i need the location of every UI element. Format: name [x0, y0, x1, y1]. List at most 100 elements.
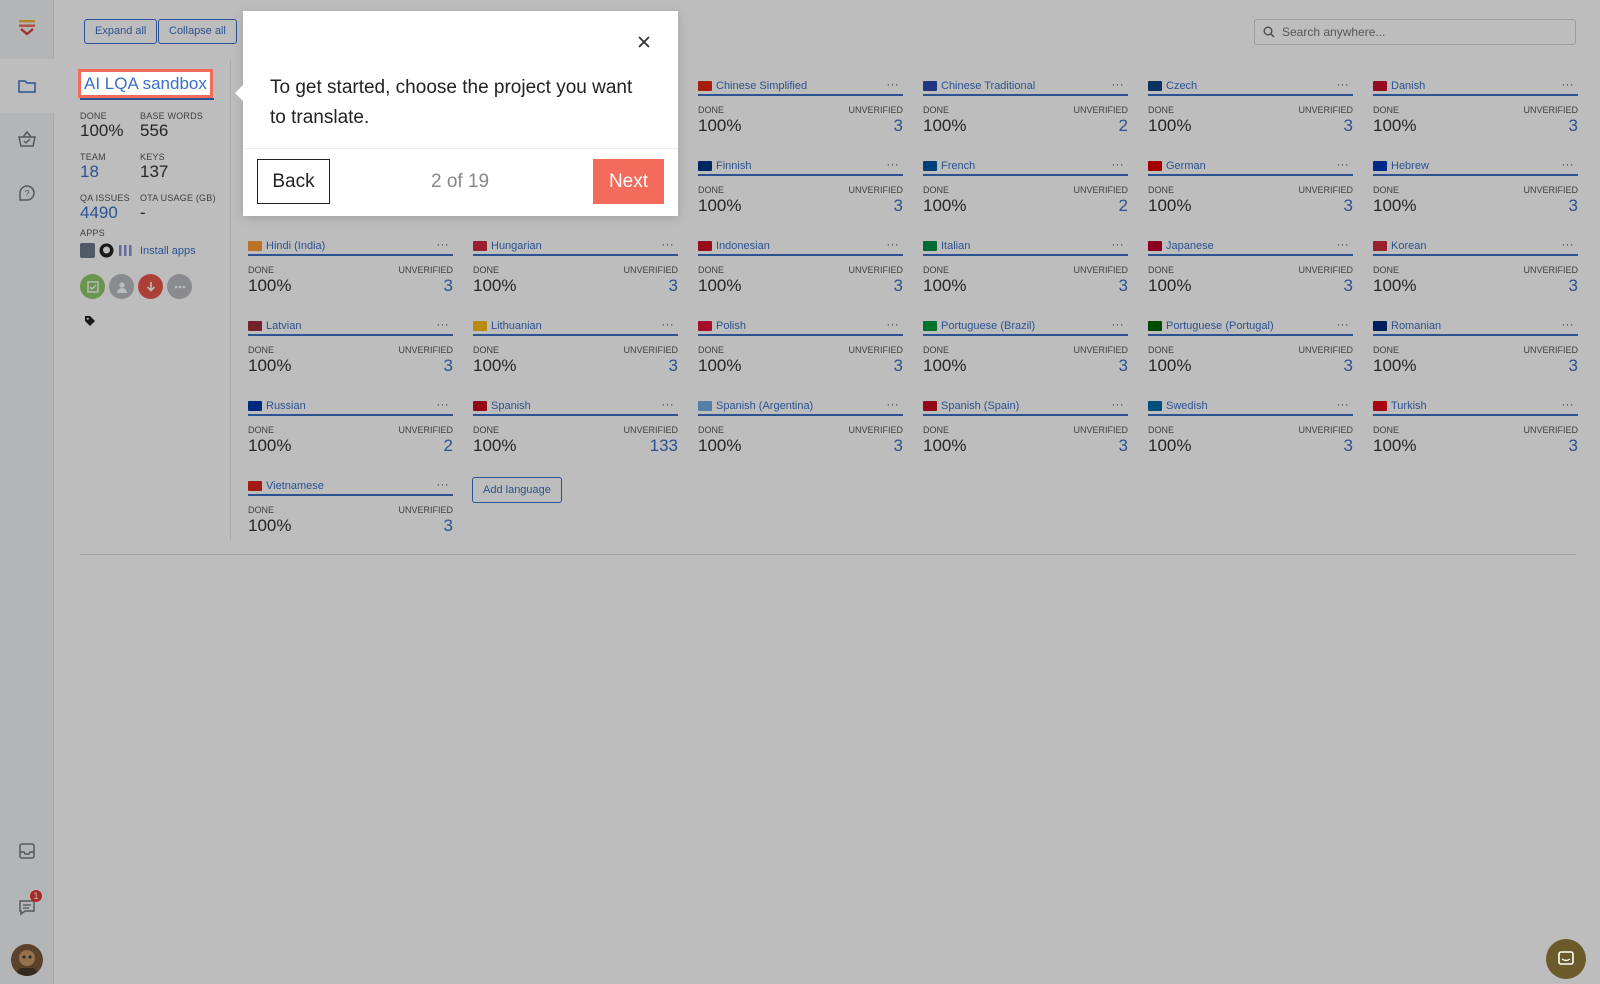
language-header[interactable]: Turkish ···: [1373, 398, 1578, 416]
language-card[interactable]: Turkish ··· DONE UNVERIFIED 100% 3: [1373, 398, 1578, 470]
language-more-button[interactable]: ···: [437, 478, 450, 492]
language-name[interactable]: Hindi (India): [266, 240, 325, 252]
language-more-button[interactable]: ···: [1562, 78, 1575, 92]
language-card[interactable]: Chinese Traditional ··· DONE UNVERIFIED 100%…: [923, 78, 1128, 150]
language-more-button[interactable]: ···: [887, 318, 900, 332]
language-name[interactable]: Russian: [266, 400, 306, 412]
tag-icon[interactable]: [84, 315, 96, 327]
language-card[interactable]: Spanish ··· DONE UNVERIFIED 100% 133: [473, 398, 678, 470]
language-header[interactable]: Vietnamese ···: [248, 478, 453, 496]
highlighted-project-title[interactable]: AI LQA sandbox: [78, 69, 213, 98]
language-header[interactable]: Polish ···: [698, 318, 903, 336]
unverified-value[interactable]: 3: [894, 196, 903, 216]
language-header[interactable]: Finnish ···: [698, 158, 903, 176]
language-header[interactable]: Latvian ···: [248, 318, 453, 336]
language-more-button[interactable]: ···: [662, 238, 675, 252]
language-more-button[interactable]: ···: [662, 318, 675, 332]
unverified-value[interactable]: 3: [444, 276, 453, 296]
language-card[interactable]: Japanese ··· DONE UNVERIFIED 100% 3: [1148, 238, 1353, 310]
language-card[interactable]: Portuguese (Brazil) ··· DONE UNVERIFIED 100%…: [923, 318, 1128, 390]
unverified-value[interactable]: 3: [894, 116, 903, 136]
language-name[interactable]: Spanish: [491, 400, 531, 412]
unverified-value[interactable]: 3: [1344, 276, 1353, 296]
search-input[interactable]: [1282, 25, 1562, 39]
language-name[interactable]: Chinese Simplified: [716, 80, 807, 92]
language-header[interactable]: Lithuanian ···: [473, 318, 678, 336]
unverified-value[interactable]: 3: [1344, 356, 1353, 376]
language-name[interactable]: French: [941, 160, 975, 172]
language-card[interactable]: Hungarian ··· DONE UNVERIFIED 100% 3: [473, 238, 678, 310]
help-nav-button[interactable]: ?: [14, 180, 40, 206]
unverified-value[interactable]: 3: [1119, 436, 1128, 456]
unverified-value[interactable]: 3: [1119, 356, 1128, 376]
language-more-button[interactable]: ···: [887, 158, 900, 172]
install-apps-link[interactable]: Install apps: [140, 245, 196, 257]
language-header[interactable]: French ···: [923, 158, 1128, 176]
language-card[interactable]: Latvian ··· DONE UNVERIFIED 100% 3: [248, 318, 453, 390]
language-more-button[interactable]: ···: [887, 238, 900, 252]
unverified-value[interactable]: 3: [1344, 116, 1353, 136]
language-card[interactable]: Russian ··· DONE UNVERIFIED 100% 2: [248, 398, 453, 470]
language-name[interactable]: Lithuanian: [491, 320, 542, 332]
language-name[interactable]: Chinese Traditional: [941, 80, 1035, 92]
language-name[interactable]: German: [1166, 160, 1206, 172]
language-name[interactable]: Finnish: [716, 160, 751, 172]
language-header[interactable]: Spanish (Spain) ···: [923, 398, 1128, 416]
language-card[interactable]: Danish ··· DONE UNVERIFIED 100% 3: [1373, 78, 1578, 150]
tour-back-button[interactable]: Back: [257, 159, 330, 204]
language-header[interactable]: Czech ···: [1148, 78, 1353, 96]
language-header[interactable]: Spanish ···: [473, 398, 678, 416]
language-more-button[interactable]: ···: [1112, 318, 1125, 332]
language-name[interactable]: Korean: [1391, 240, 1426, 252]
language-name[interactable]: Latvian: [266, 320, 301, 332]
language-name[interactable]: Danish: [1391, 80, 1425, 92]
language-card[interactable]: Polish ··· DONE UNVERIFIED 100% 3: [698, 318, 903, 390]
unverified-value[interactable]: 3: [1569, 276, 1578, 296]
language-name[interactable]: Spanish (Argentina): [716, 400, 813, 412]
language-header[interactable]: Korean ···: [1373, 238, 1578, 256]
bars-icon[interactable]: [118, 243, 133, 258]
language-card[interactable]: Chinese Simplified ··· DONE UNVERIFIED 100% 3: [698, 78, 903, 150]
language-card[interactable]: Hebrew ··· DONE UNVERIFIED 100% 3: [1373, 158, 1578, 230]
language-card[interactable]: Spanish (Spain) ··· DONE UNVERIFIED 100% 3: [923, 398, 1128, 470]
language-header[interactable]: Italian ···: [923, 238, 1128, 256]
language-more-button[interactable]: ···: [1337, 158, 1350, 172]
unverified-value[interactable]: 3: [1569, 196, 1578, 216]
unverified-value[interactable]: 3: [669, 356, 678, 376]
github-icon[interactable]: [99, 243, 114, 258]
language-header[interactable]: Swedish ···: [1148, 398, 1353, 416]
language-card[interactable]: Czech ··· DONE UNVERIFIED 100% 3: [1148, 78, 1353, 150]
language-header[interactable]: Hebrew ···: [1373, 158, 1578, 176]
language-card[interactable]: Romanian ··· DONE UNVERIFIED 100% 3: [1373, 318, 1578, 390]
close-icon[interactable]: [635, 33, 653, 51]
language-more-button[interactable]: ···: [1562, 158, 1575, 172]
language-more-button[interactable]: ···: [887, 398, 900, 412]
language-card[interactable]: Korean ··· DONE UNVERIFIED 100% 3: [1373, 238, 1578, 310]
language-more-button[interactable]: ···: [887, 78, 900, 92]
language-more-button[interactable]: ···: [1112, 398, 1125, 412]
expand-all-button[interactable]: Expand all: [84, 19, 158, 44]
unverified-value[interactable]: 133: [650, 436, 678, 456]
language-header[interactable]: Danish ···: [1373, 78, 1578, 96]
add-language-button[interactable]: Add language: [472, 477, 562, 503]
language-card[interactable]: German ··· DONE UNVERIFIED 100% 3: [1148, 158, 1353, 230]
language-more-button[interactable]: ···: [1562, 238, 1575, 252]
unverified-value[interactable]: 3: [1569, 356, 1578, 376]
language-card[interactable]: Spanish (Argentina) ··· DONE UNVERIFIED 100%…: [698, 398, 903, 470]
language-name[interactable]: Vietnamese: [266, 480, 324, 492]
language-card[interactable]: Italian ··· DONE UNVERIFIED 100% 3: [923, 238, 1128, 310]
unverified-value[interactable]: 3: [894, 356, 903, 376]
app-icon[interactable]: [80, 243, 95, 258]
language-card[interactable]: Hindi (India) ··· DONE UNVERIFIED 100% 3: [248, 238, 453, 310]
language-more-button[interactable]: ···: [662, 398, 675, 412]
unverified-value[interactable]: 3: [1569, 436, 1578, 456]
language-name[interactable]: Japanese: [1166, 240, 1214, 252]
unverified-value[interactable]: 3: [894, 276, 903, 296]
language-header[interactable]: Romanian ···: [1373, 318, 1578, 336]
language-card[interactable]: French ··· DONE UNVERIFIED 100% 2: [923, 158, 1128, 230]
unverified-value[interactable]: 2: [1119, 196, 1128, 216]
language-name[interactable]: Swedish: [1166, 400, 1208, 412]
inbox-nav-button[interactable]: [14, 838, 40, 864]
language-name[interactable]: Czech: [1166, 80, 1197, 92]
unverified-value[interactable]: 3: [1569, 116, 1578, 136]
